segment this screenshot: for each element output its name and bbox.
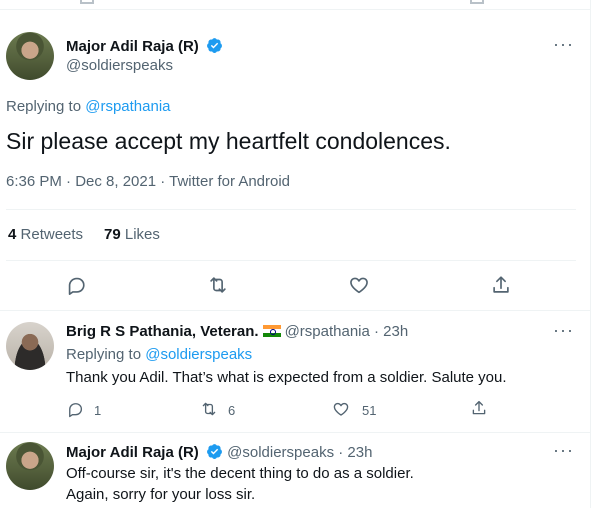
replying-to-prefix: Replying to — [66, 346, 142, 363]
share-icon[interactable] — [490, 274, 512, 296]
replying-to-prefix: Replying to — [6, 98, 82, 115]
prev-share-icon[interactable] — [470, 0, 484, 4]
avatar[interactable] — [6, 32, 54, 80]
likes-count: 79 — [104, 226, 121, 243]
previous-tweet-actions — [0, 0, 590, 10]
replying-to-link[interactable]: @soldierspeaks — [145, 346, 252, 363]
retweets-count: 4 — [8, 226, 17, 243]
reply-count: 1 — [94, 403, 102, 418]
avatar[interactable] — [6, 442, 54, 490]
retweets-label: Retweets — [20, 226, 84, 243]
reply-header: Major Adil Raja (R) @soldierspeaks · 23h — [66, 443, 372, 461]
author-handle[interactable]: @rspathania — [285, 323, 370, 340]
tweet-timestamp[interactable]: 6:36 PM · Dec 8, 2021 · Twitter for Andr… — [6, 173, 290, 190]
reply-text: Thank you Adil. That’s what is expected … — [66, 369, 507, 386]
reply-time[interactable]: · 23h — [338, 444, 372, 461]
author-handle[interactable]: @soldierspeaks — [227, 444, 334, 461]
retweets-stat[interactable]: 4 Retweets — [8, 226, 83, 243]
verified-badge-icon — [207, 38, 222, 53]
author-name-text[interactable]: Major Adil Raja (R) — [66, 38, 199, 55]
share-icon[interactable] — [470, 399, 492, 421]
author-name[interactable]: Brig R S Pathania, Veteran. — [66, 323, 259, 340]
reply-time[interactable]: · 23h — [374, 323, 408, 340]
like-icon[interactable] — [348, 274, 370, 296]
tweet-text: Sir please accept my heartfelt condolenc… — [6, 128, 451, 154]
reply-icon[interactable] — [66, 400, 88, 422]
like-count: 51 — [362, 403, 377, 418]
reply-text-line-2: Again, sorry for your loss sir. — [66, 486, 256, 503]
verified-badge-icon — [207, 444, 222, 459]
retweet-count: 6 — [228, 403, 236, 418]
reply-header: Brig R S Pathania, Veteran. @rspathania ·… — [66, 323, 408, 340]
likes-label: Likes — [124, 226, 160, 243]
replying-to-link[interactable]: @rspathania — [85, 98, 170, 115]
author-name[interactable]: Major Adil Raja (R) — [66, 444, 199, 461]
likes-stat[interactable]: 79 Likes — [104, 226, 160, 243]
reply-icon[interactable] — [65, 274, 87, 296]
more-options-icon[interactable]: ··· — [553, 440, 574, 461]
more-options-icon[interactable]: ··· — [553, 34, 574, 55]
india-flag-icon — [262, 325, 281, 337]
author-name[interactable]: Major Adil Raja (R) — [66, 37, 223, 55]
like-icon[interactable] — [332, 400, 354, 422]
prev-reply-icon[interactable] — [80, 0, 94, 4]
reply-text-line-1: Off-course sir, it's the decent thing to… — [66, 465, 414, 482]
divider — [0, 432, 590, 433]
author-handle[interactable]: @soldierspeaks — [66, 57, 173, 74]
divider — [6, 209, 576, 210]
avatar[interactable] — [6, 322, 54, 370]
retweet-icon[interactable] — [200, 400, 222, 422]
divider — [0, 310, 590, 311]
retweet-icon[interactable] — [207, 274, 229, 296]
divider — [6, 260, 576, 261]
replying-to: Replying to @soldierspeaks — [66, 346, 252, 363]
more-options-icon[interactable]: ··· — [553, 320, 574, 341]
replying-to: Replying to @rspathania — [6, 98, 171, 115]
